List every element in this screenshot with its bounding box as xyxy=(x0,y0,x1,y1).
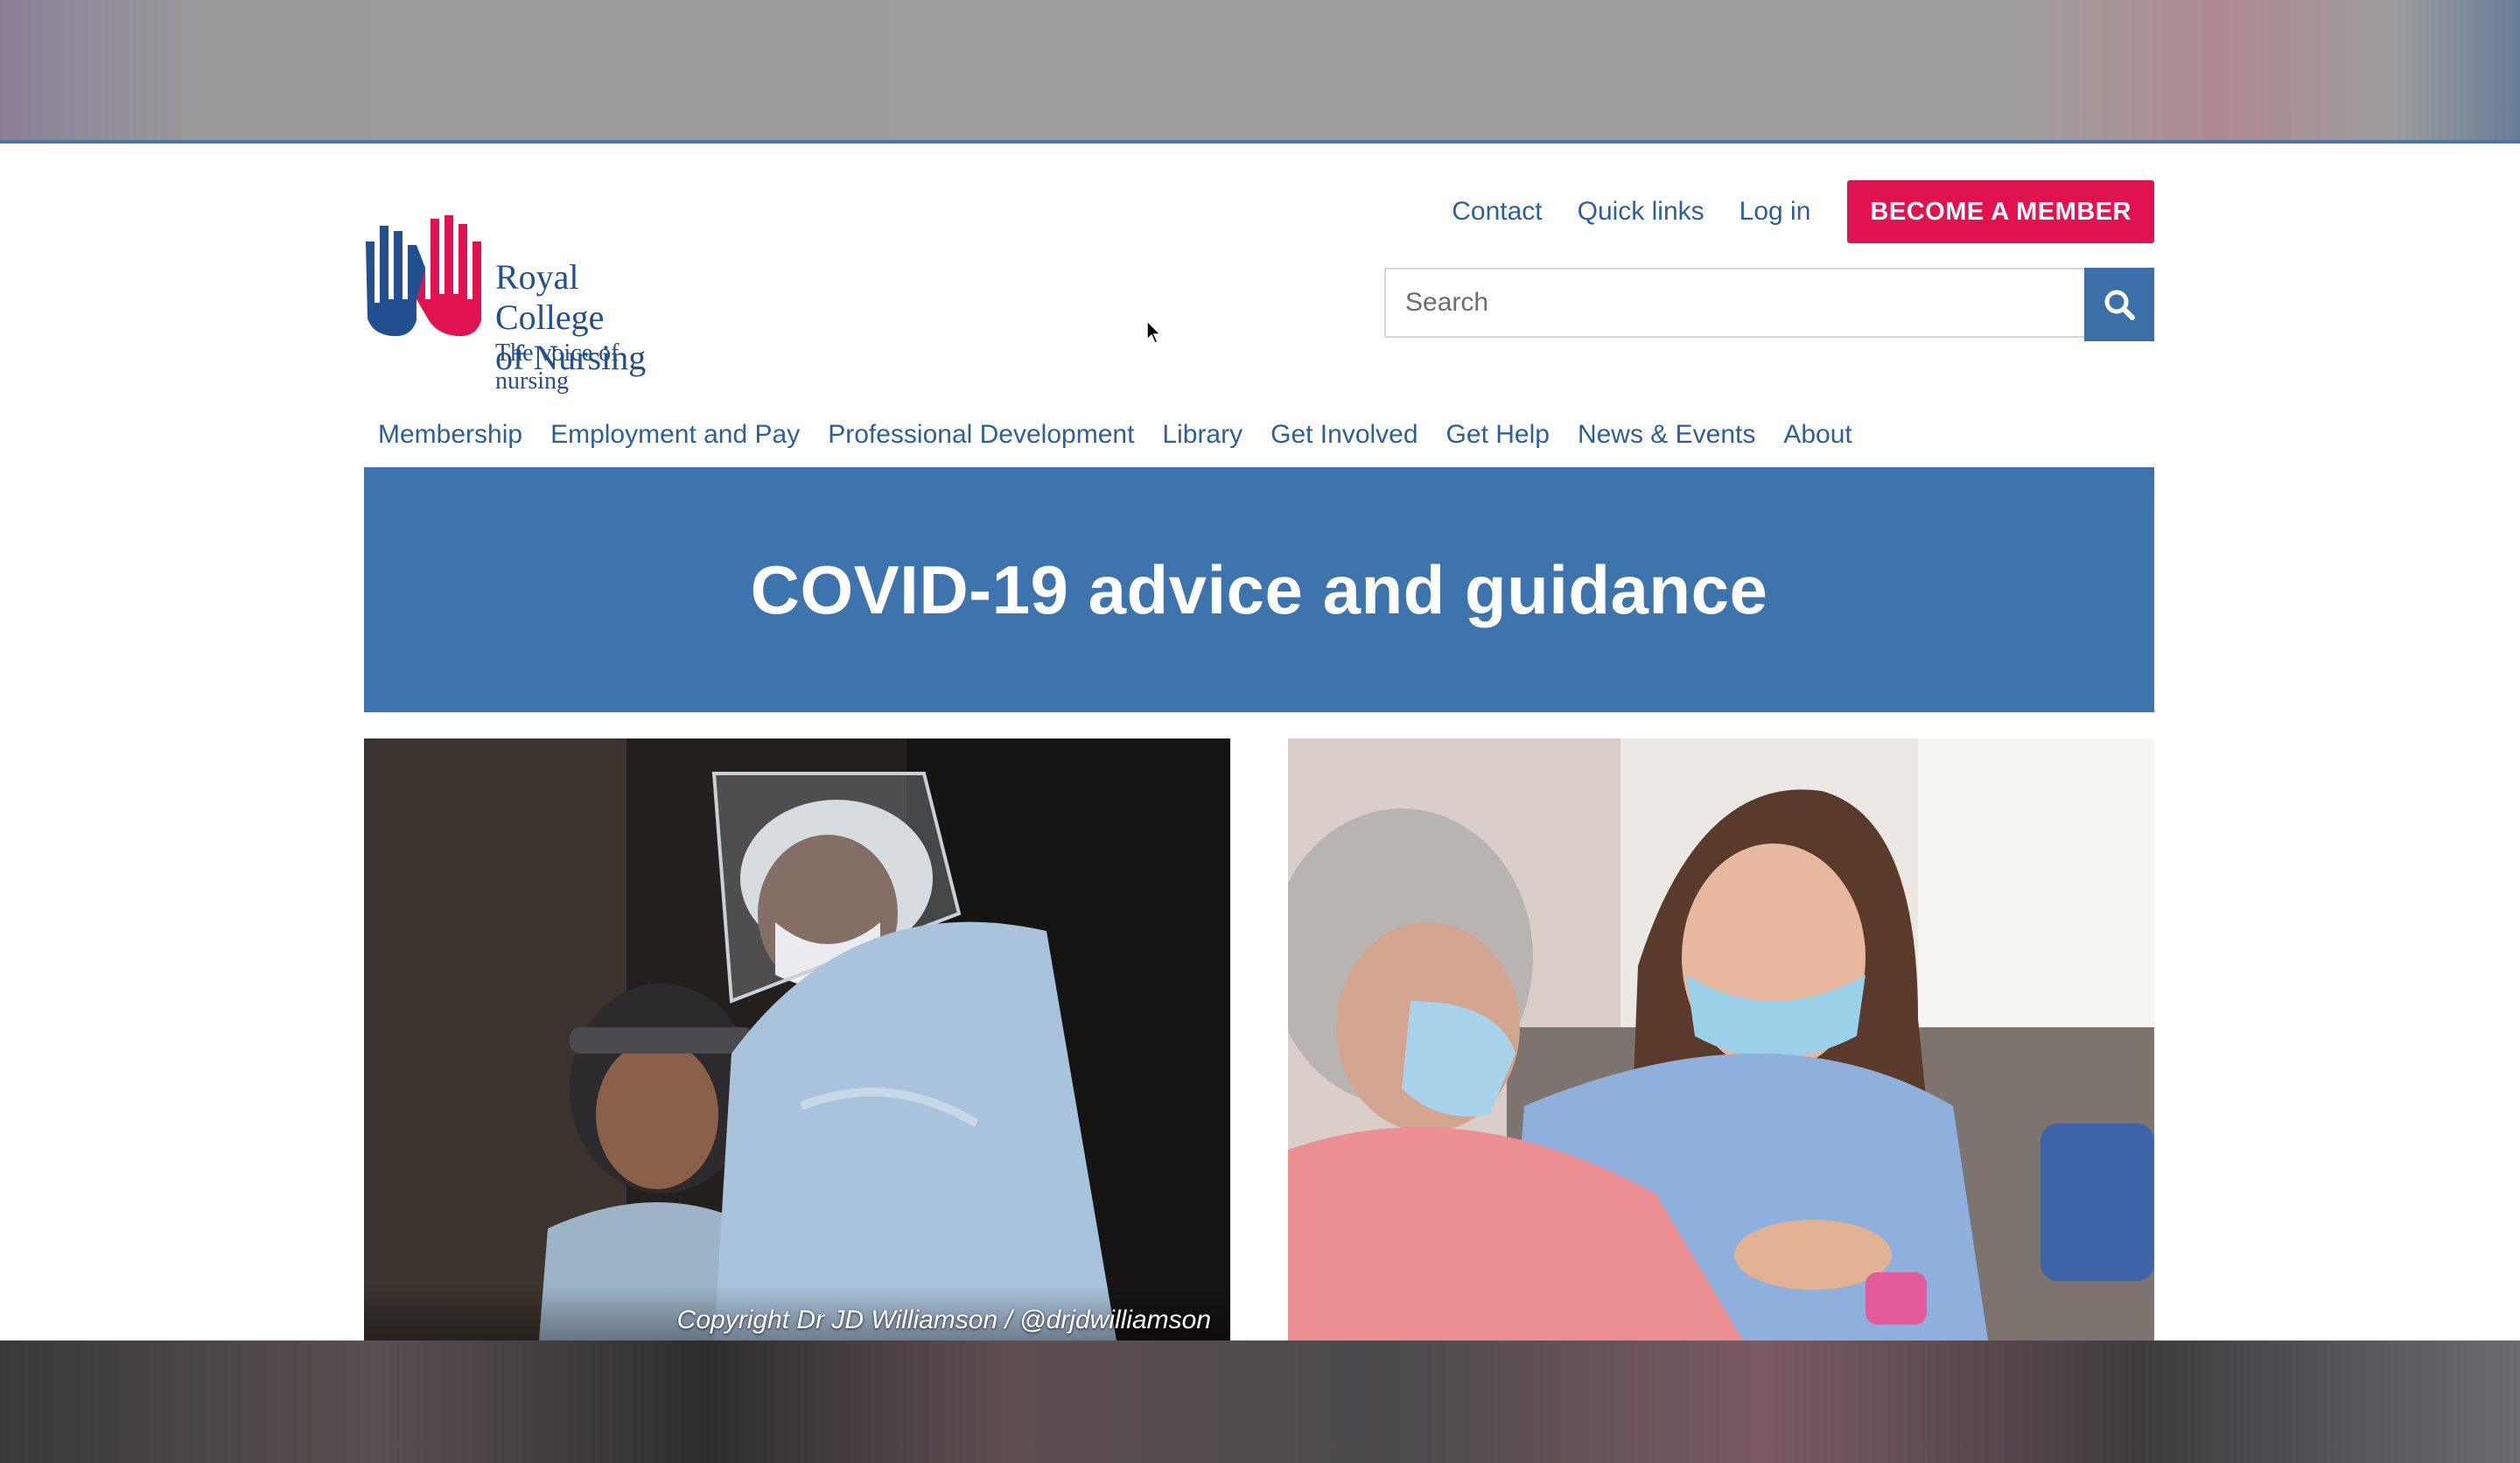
blurred-top-border xyxy=(0,0,2520,142)
search-icon xyxy=(2104,290,2135,320)
hands-logo-icon xyxy=(366,215,481,337)
logo-name-line1: Royal College xyxy=(495,257,605,337)
search-input[interactable]: Search xyxy=(1384,268,2084,338)
nav-item-about[interactable]: About xyxy=(1769,413,1866,458)
main-nav: Membership Employment and Pay Profession… xyxy=(364,413,2154,469)
nav-item-get-help[interactable]: Get Help xyxy=(1432,413,1564,458)
nurse-patient-card[interactable] xyxy=(1288,738,2154,1340)
masked-nurse-with-patient-photo xyxy=(1288,738,2154,1340)
nav-item-employment-and-pay[interactable]: Employment and Pay xyxy=(536,413,814,458)
nav-item-professional-development[interactable]: Professional Development xyxy=(814,413,1148,458)
blurred-bottom-border xyxy=(0,1340,2520,1463)
nav-item-news-events[interactable]: News & Events xyxy=(1564,413,1769,458)
mouse-cursor-icon xyxy=(1146,320,1162,344)
rcn-logo[interactable]: Royal College of Nursing The voice of nu… xyxy=(362,215,695,395)
healthcare-workers-in-ppe-photo xyxy=(364,738,1230,1340)
quick-links-link[interactable]: Quick links xyxy=(1578,197,1704,227)
ppe-workers-card[interactable]: Copyright Dr JD Williamson / @drjdwillia… xyxy=(364,738,1230,1340)
utility-nav: Contact Quick links Log in BECOME A MEMB… xyxy=(1452,180,2154,243)
nav-item-get-involved[interactable]: Get Involved xyxy=(1256,413,1432,458)
become-member-button[interactable]: BECOME A MEMBER xyxy=(1847,180,2154,243)
nav-item-membership[interactable]: Membership xyxy=(364,413,536,458)
search-bar: Search xyxy=(1384,268,2154,341)
hero-title: COVID-19 advice and guidance xyxy=(750,550,1768,628)
hero-banner: COVID-19 advice and guidance xyxy=(364,467,2154,712)
browser-top-line xyxy=(0,140,2520,144)
search-button[interactable] xyxy=(2084,268,2154,341)
nav-item-library[interactable]: Library xyxy=(1148,413,1256,458)
contact-link[interactable]: Contact xyxy=(1452,197,1542,227)
logo-tagline: The voice of nursing xyxy=(495,340,620,395)
search-placeholder: Search xyxy=(1405,288,1489,317)
log-in-link[interactable]: Log in xyxy=(1740,197,1811,227)
photo-copyright-caption: Copyright Dr JD Williamson / @drjdwillia… xyxy=(676,1306,1211,1334)
